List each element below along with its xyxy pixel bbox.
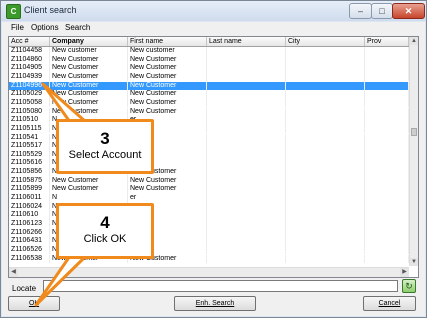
callout-select-account: 3 Select Account [56,119,154,174]
callout-click-ok: 4 Click OK [56,203,154,259]
callout-4-pointer [34,254,88,307]
callout-4-text: Click OK [83,233,127,245]
callout-4-number: 4 [100,213,110,232]
callout-3-number: 3 [100,129,110,148]
callout-3-pointer [41,82,88,124]
callout-3-text: Select Account [68,149,142,161]
